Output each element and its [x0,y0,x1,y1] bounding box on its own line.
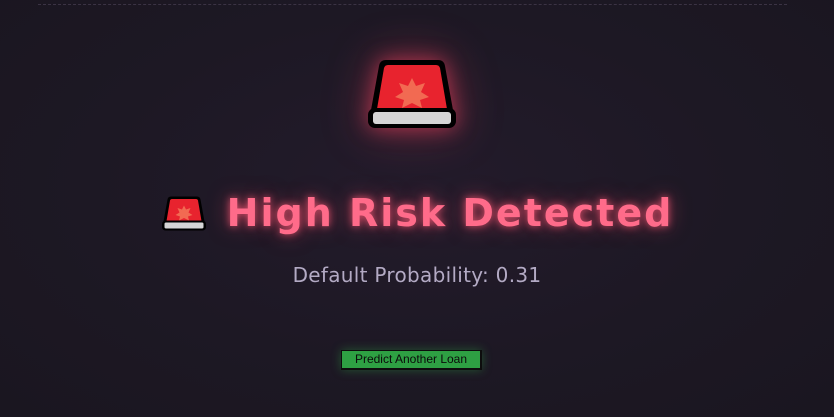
police-car-light-icon [368,60,456,128]
police-car-light-icon [161,196,206,231]
default-probability-text: Default Probability: 0.31 [292,263,542,287]
result-headline: High Risk Detected [0,188,834,238]
predict-another-loan-button[interactable]: Predict Another Loan [341,350,482,370]
top-divider [38,4,787,5]
result-title: High Risk Detected [226,191,674,235]
